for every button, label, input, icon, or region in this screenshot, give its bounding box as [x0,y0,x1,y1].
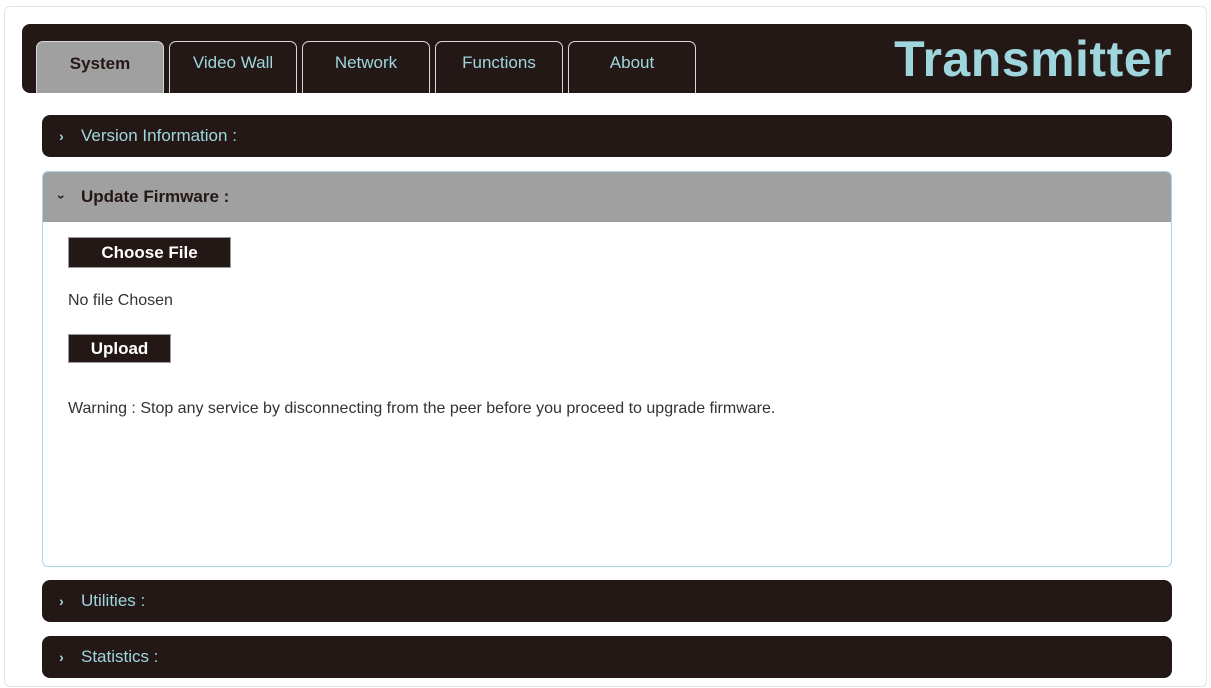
update-firmware-panel-header[interactable]: › Update Firmware : [43,172,1171,222]
statistics-label: Statistics : [81,647,159,666]
statistics-panel-header[interactable]: › Statistics : [42,636,1172,678]
tab-about[interactable]: About [568,41,696,93]
chevron-right-icon: › [59,128,64,144]
main-tabs: System Video Wall Network Functions Abou… [36,41,696,93]
upload-button[interactable]: Upload [68,334,171,363]
utilities-label: Utilities : [81,591,146,610]
utilities-panel-header[interactable]: › Utilities : [42,580,1172,622]
firmware-warning-text: Warning : Stop any service by disconnect… [68,400,776,417]
chevron-down-icon: › [54,194,70,200]
update-firmware-panel: › Update Firmware : Choose File No file … [42,171,1172,567]
chevron-right-icon: › [59,593,64,609]
brand-title: Transmitter [894,31,1172,87]
header-bar: System Video Wall Network Functions Abou… [22,24,1192,93]
tab-functions[interactable]: Functions [435,41,563,93]
update-firmware-label: Update Firmware : [81,187,230,206]
tab-system[interactable]: System [36,41,164,93]
version-information-panel-header[interactable]: › Version Information : [42,115,1172,157]
choose-file-button[interactable]: Choose File [68,237,231,268]
version-information-label: Version Information : [81,126,237,145]
tab-network[interactable]: Network [302,41,430,93]
file-status-text: No file Chosen [68,292,173,309]
chevron-right-icon: › [59,649,64,665]
tab-video-wall[interactable]: Video Wall [169,41,297,93]
